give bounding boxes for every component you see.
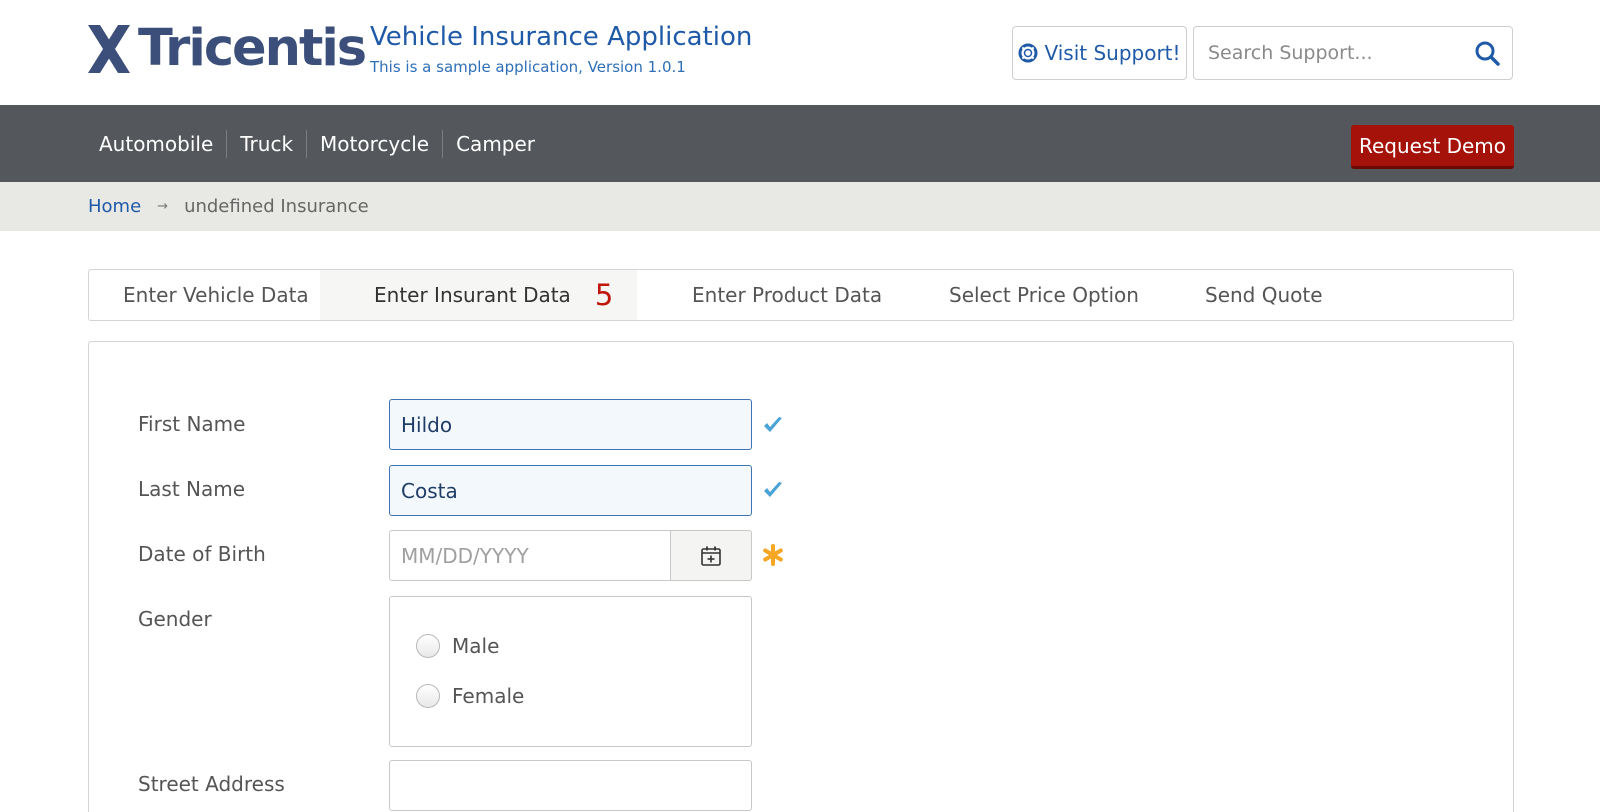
nav-motorcycle[interactable]: Motorcycle	[307, 129, 444, 158]
male-radio-label: Male	[452, 634, 500, 658]
nav-truck[interactable]: Truck	[227, 129, 308, 158]
street-address-input[interactable]	[389, 760, 752, 811]
gender-option-female[interactable]: Female	[416, 684, 524, 708]
logo-text: Tricentis	[138, 19, 367, 78]
first-name-input[interactable]	[389, 399, 752, 450]
tab-enter-insurant-data[interactable]: Enter Insurant Data 5	[320, 270, 637, 320]
gender-option-male[interactable]: Male	[416, 634, 499, 658]
tab-send-quote[interactable]: Send Quote	[1205, 270, 1323, 320]
date-of-birth-label: Date of Birth	[138, 542, 266, 566]
tab-enter-product-data[interactable]: Enter Product Data	[692, 270, 882, 320]
search-support-input[interactable]	[1194, 27, 1464, 79]
tab-select-price-option[interactable]: Select Price Option	[949, 270, 1139, 320]
insurant-form-panel	[88, 341, 1514, 812]
breadcrumb-current: undefined Insurance	[184, 196, 369, 217]
search-icon[interactable]	[1474, 40, 1500, 66]
first-name-label: First Name	[138, 412, 246, 436]
visit-support-label: Visit Support!	[1044, 41, 1181, 65]
date-of-birth-input[interactable]	[389, 530, 671, 581]
request-demo-button[interactable]: Request Demo	[1351, 125, 1514, 169]
gender-radio-group: Male Female	[389, 596, 752, 747]
visit-support-button[interactable]: Visit Support!	[1012, 26, 1187, 80]
tab-incomplete-count: 5	[594, 278, 614, 312]
nav-camper[interactable]: Camper	[443, 130, 548, 158]
gender-label: Gender	[138, 607, 212, 631]
tab-label: Enter Vehicle Data	[123, 283, 309, 307]
tab-enter-vehicle-data[interactable]: Enter Vehicle Data	[123, 270, 309, 320]
calendar-icon	[701, 546, 721, 566]
last-name-input[interactable]	[389, 465, 752, 516]
last-name-label: Last Name	[138, 477, 246, 501]
female-radio[interactable]	[416, 684, 440, 708]
asterisk-icon	[763, 544, 783, 566]
tricentis-logo-icon	[88, 25, 130, 73]
header: Tricentis Vehicle Insurance Application …	[0, 0, 1600, 105]
breadcrumb-arrow-icon: →	[157, 199, 169, 214]
lifebuoy-icon	[1018, 43, 1038, 63]
tricentis-logo[interactable]: Tricentis	[86, 19, 367, 78]
breadcrumb-home-link[interactable]: Home	[88, 196, 141, 217]
search-box	[1193, 26, 1513, 80]
app-title: Vehicle Insurance Application	[370, 22, 753, 52]
tab-label: Select Price Option	[949, 283, 1139, 307]
tab-label: Enter Product Data	[692, 283, 883, 307]
open-calendar-button[interactable]	[670, 530, 752, 581]
check-icon	[764, 482, 782, 497]
tab-label: Enter Insurant Data	[374, 283, 571, 307]
breadcrumb: Home → undefined Insurance	[0, 182, 1600, 231]
street-address-label: Street Address	[138, 772, 285, 796]
female-radio-label: Female	[452, 684, 525, 708]
app-subtitle: This is a sample application, Version 1.…	[370, 58, 686, 76]
nav-automobile[interactable]: Automobile	[86, 129, 228, 158]
male-radio[interactable]	[416, 634, 440, 658]
tab-label: Send Quote	[1205, 283, 1323, 307]
wizard-tabs: Enter Vehicle Data Enter Insurant Data 5…	[88, 269, 1514, 321]
check-icon	[764, 417, 782, 432]
